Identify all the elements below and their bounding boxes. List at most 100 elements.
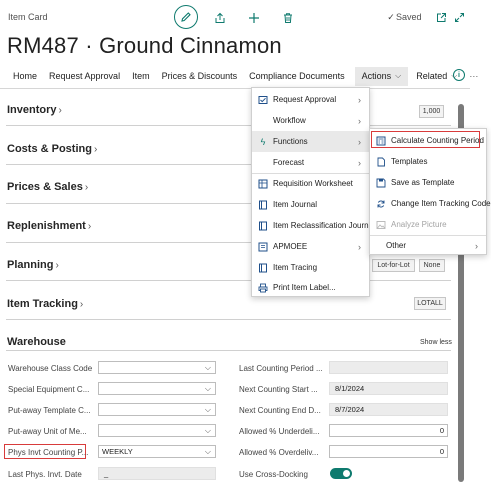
menu-item-forecast[interactable]: Forecast › bbox=[252, 152, 369, 173]
section-item-tracking[interactable]: Item Tracking › bbox=[7, 298, 83, 310]
menu-item-save-as-template[interactable]: Save as Template bbox=[370, 172, 486, 193]
lightning-icon: ϟ bbox=[260, 136, 266, 147]
menu-item-label: Item Reclassification Journal bbox=[273, 221, 375, 230]
nav-related-label: Related bbox=[416, 71, 448, 81]
section-replenishment[interactable]: Replenishment › bbox=[7, 220, 91, 232]
special-equipment-select[interactable]: ⌵ bbox=[98, 382, 216, 395]
section-prices-sales[interactable]: Prices & Sales › bbox=[7, 181, 88, 193]
chevron-right-icon: › bbox=[475, 240, 478, 251]
section-inventory[interactable]: Inventory › bbox=[7, 104, 62, 116]
menu-item-label: Item Journal bbox=[273, 200, 318, 209]
chevron-down-icon: ⌵ bbox=[395, 71, 402, 80]
chevron-right-icon: › bbox=[84, 182, 89, 193]
open-new-window-button[interactable] bbox=[431, 7, 451, 27]
putaway-template-select[interactable]: ⌵ bbox=[98, 403, 216, 416]
chevron-down-icon: ⌵ bbox=[204, 447, 211, 456]
menu-item-print-item-label[interactable]: Print Item Label... bbox=[252, 277, 369, 298]
menu-item-label: Print Item Label... bbox=[273, 283, 336, 292]
field-label-next-counting-start: Next Counting Start ... bbox=[239, 385, 318, 394]
allowed-underdelivery-input[interactable]: 0 bbox=[329, 424, 448, 437]
refresh-icon bbox=[376, 199, 386, 209]
pencil-icon bbox=[181, 12, 191, 22]
menu-item-templates[interactable]: Templates bbox=[370, 151, 486, 172]
menu-item-label: Forecast bbox=[273, 158, 305, 167]
chevron-right-icon: › bbox=[87, 221, 92, 232]
menu-item-change-item-tracking-code[interactable]: Change Item Tracking Code bbox=[370, 193, 491, 214]
allowed-overdelivery-input[interactable]: 0 bbox=[329, 445, 448, 458]
expand-icon bbox=[454, 12, 464, 22]
chevron-down-icon: ⌵ bbox=[204, 363, 211, 372]
section-tracking-title: Item Tracking bbox=[7, 298, 78, 310]
field-label-last-counting-period: Last Counting Period ... bbox=[239, 364, 323, 373]
menu-item-workflow[interactable]: Workflow › bbox=[252, 110, 369, 131]
list-icon bbox=[258, 242, 268, 252]
section-divider bbox=[6, 280, 451, 281]
chevron-right-icon: › bbox=[358, 157, 361, 168]
section-planning-title: Planning bbox=[7, 259, 54, 271]
menu-item-label: Item Tracing bbox=[273, 263, 318, 272]
section-warehouse[interactable]: Warehouse bbox=[7, 336, 66, 348]
nav-request-approval[interactable]: Request Approval bbox=[43, 71, 126, 81]
menu-item-request-approval[interactable]: Request Approval › bbox=[252, 89, 369, 110]
next-counting-start-value: 8/1/2024 bbox=[329, 382, 448, 395]
menu-item-apmoee[interactable]: APMOEE › bbox=[252, 236, 369, 257]
picture-icon bbox=[376, 220, 386, 230]
menu-item-label: Functions bbox=[273, 137, 308, 146]
open-in-new-icon bbox=[436, 12, 446, 22]
expand-button[interactable] bbox=[449, 7, 469, 27]
section-inventory-title: Inventory bbox=[7, 104, 57, 116]
warehouse-class-select[interactable]: ⌵ bbox=[98, 361, 216, 374]
menu-item-label: Save as Template bbox=[391, 178, 455, 187]
edit-button[interactable] bbox=[174, 5, 198, 29]
nav-more-button[interactable]: ··· bbox=[463, 71, 484, 81]
putaway-unit-select[interactable]: ⌵ bbox=[98, 424, 216, 437]
field-value: 8/7/2024 bbox=[335, 405, 365, 414]
nav-prices-discounts[interactable]: Prices & Discounts bbox=[156, 71, 244, 81]
menu-item-item-journal[interactable]: Item Journal bbox=[252, 194, 369, 215]
journal-icon bbox=[258, 263, 268, 273]
menu-item-label: Requisition Worksheet bbox=[273, 179, 353, 188]
menu-item-label: Workflow bbox=[273, 116, 306, 125]
approval-icon bbox=[258, 95, 268, 105]
next-counting-end-value: 8/7/2024 bbox=[329, 403, 448, 416]
info-icon[interactable]: i bbox=[453, 69, 465, 81]
new-button[interactable] bbox=[244, 8, 264, 28]
share-button[interactable] bbox=[210, 8, 230, 28]
section-divider bbox=[6, 350, 451, 351]
nav-item[interactable]: Item bbox=[126, 71, 156, 81]
section-planning[interactable]: Planning › bbox=[7, 259, 59, 271]
last-counting-period-value bbox=[329, 361, 448, 374]
chevron-right-icon: › bbox=[358, 94, 361, 105]
menu-item-requisition-worksheet[interactable]: Requisition Worksheet bbox=[252, 173, 369, 194]
menu-item-other[interactable]: Other › bbox=[370, 235, 486, 256]
delete-button[interactable] bbox=[278, 8, 298, 28]
nav-divider-line bbox=[0, 88, 470, 89]
field-value: WEEKLY bbox=[102, 447, 133, 456]
menu-item-label: Request Approval bbox=[273, 95, 337, 104]
last-phys-invt-date-value: _ bbox=[98, 467, 216, 480]
nav-compliance-documents[interactable]: Compliance Documents bbox=[243, 71, 351, 81]
chevron-right-icon: › bbox=[58, 105, 62, 116]
menu-item-label: Analyze Picture bbox=[391, 220, 447, 229]
menu-item-label: Change Item Tracking Code bbox=[391, 199, 491, 208]
planning-reordering-chip: Lot-for-Lot bbox=[372, 259, 415, 272]
section-costs-posting[interactable]: Costs & Posting › bbox=[7, 143, 97, 155]
nav-home[interactable]: Home bbox=[0, 71, 43, 81]
print-icon bbox=[258, 283, 268, 293]
trash-icon bbox=[284, 13, 292, 23]
show-less-link[interactable]: Show less bbox=[420, 339, 452, 346]
menu-item-label: Other bbox=[386, 241, 407, 250]
section-divider bbox=[6, 125, 451, 126]
menu-item-analyze-picture: Analyze Picture bbox=[370, 214, 486, 235]
field-label-allowed-underdelivery: Allowed % Underdeli... bbox=[239, 427, 320, 436]
use-cross-docking-toggle[interactable] bbox=[330, 468, 352, 479]
field-label-phys-invt-counting: Phys Invt Counting P... bbox=[8, 448, 89, 457]
plus-icon bbox=[249, 13, 259, 23]
nav-actions[interactable]: Actions ⌵ bbox=[354, 66, 409, 86]
phys-invt-counting-select[interactable]: WEEKLY ⌵ bbox=[98, 445, 216, 458]
menu-item-functions[interactable]: ϟ Functions › bbox=[252, 131, 369, 152]
inventory-summary-chip: 1,000 bbox=[419, 105, 444, 118]
menu-item-item-tracing[interactable]: Item Tracing bbox=[252, 257, 369, 278]
section-divider bbox=[6, 319, 451, 320]
menu-item-reclassification-journal[interactable]: Item Reclassification Journal bbox=[252, 215, 375, 236]
